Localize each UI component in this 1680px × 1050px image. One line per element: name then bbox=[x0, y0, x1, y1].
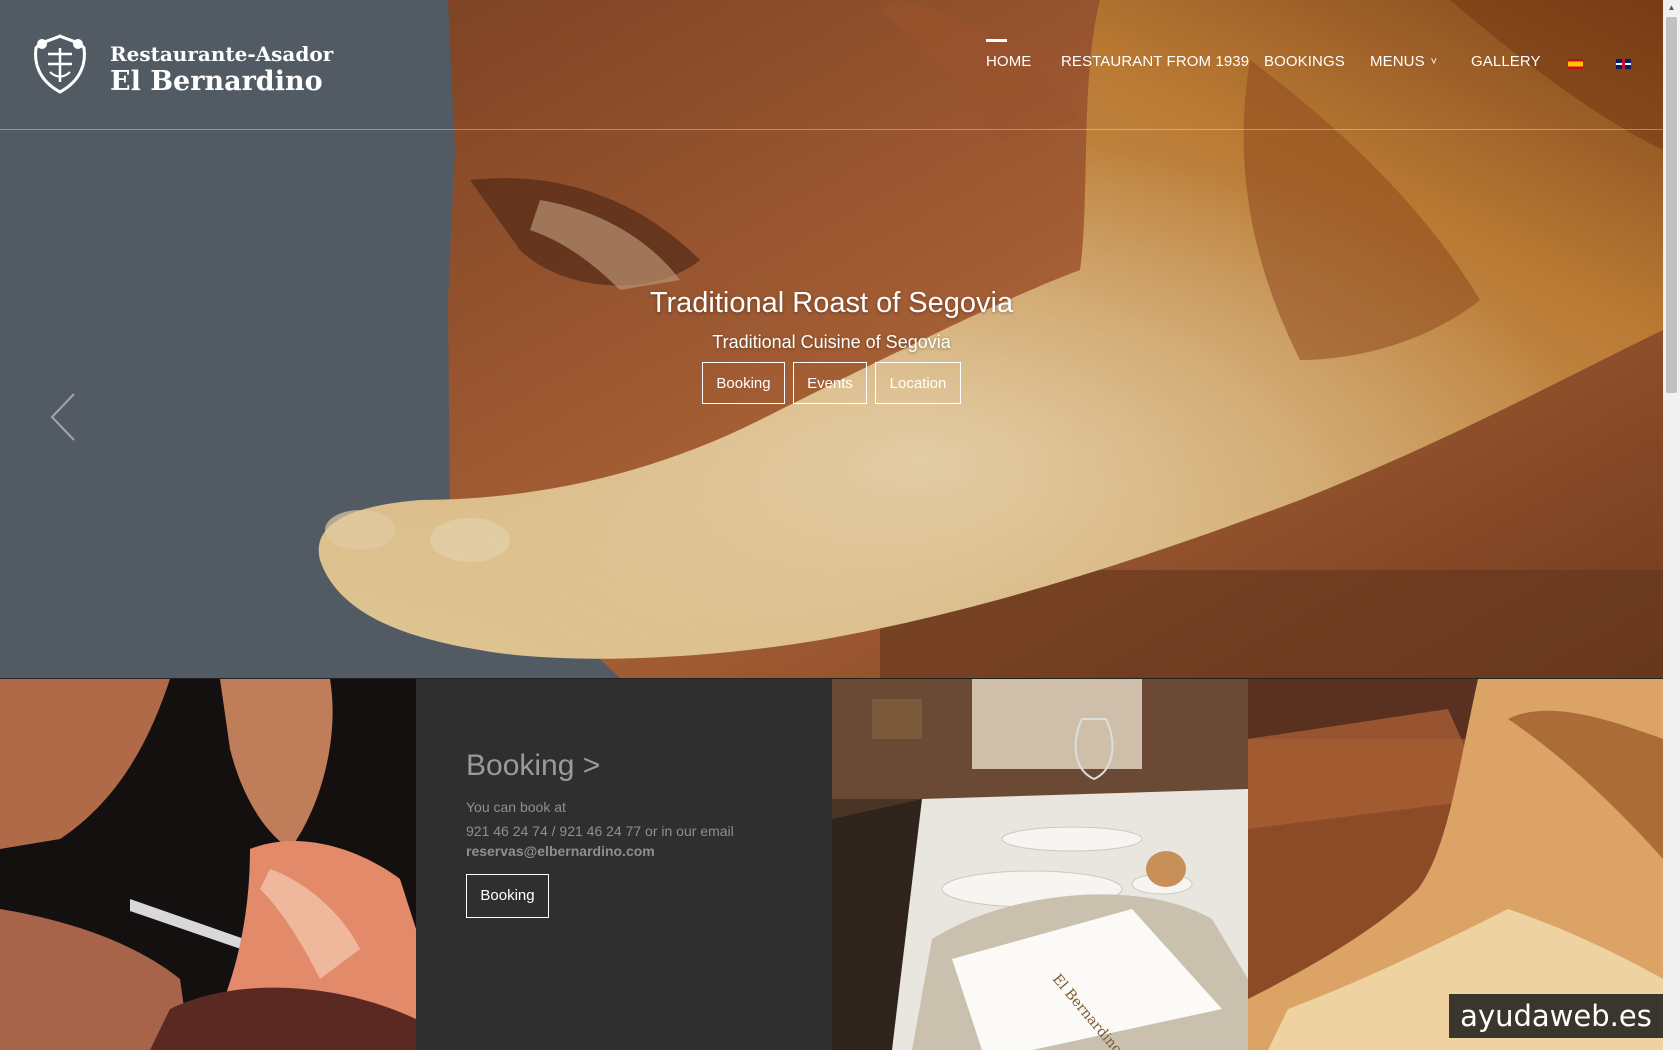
scroll-up-icon[interactable]: ▲ bbox=[1663, 0, 1680, 16]
page-scrollbar[interactable]: ▲ bbox=[1663, 0, 1680, 1050]
nav-item-menus-label: MENUS bbox=[1370, 53, 1425, 70]
flag-en-icon[interactable] bbox=[1616, 59, 1631, 69]
chevron-left-icon[interactable] bbox=[48, 392, 78, 442]
booking-panel: Booking > You can book at 921 46 24 74 /… bbox=[416, 679, 832, 1050]
booking-text: You can book at 921 46 24 74 / 921 46 24… bbox=[466, 795, 806, 843]
booking-line-1: You can book at bbox=[466, 799, 566, 815]
flag-es-icon[interactable] bbox=[1568, 59, 1583, 69]
chevron-down-icon: ˅ bbox=[1430, 56, 1438, 68]
hero-slider: Restaurante-Asador El Bernardino HOME RE… bbox=[0, 0, 1663, 678]
nav-item-gallery[interactable]: GALLERY bbox=[1471, 53, 1541, 70]
watermark: ayudaweb.es bbox=[1449, 994, 1663, 1038]
booking-email-link[interactable]: reservas@elbernardino.com bbox=[466, 843, 655, 859]
scroll-thumb[interactable] bbox=[1666, 17, 1677, 393]
hero-subtitle: Traditional Cuisine of Segovia bbox=[712, 332, 951, 352]
dining-room-image: El Bernardino bbox=[832, 679, 1248, 1050]
hero-location-button[interactable]: Location bbox=[875, 362, 961, 404]
hero-title: Traditional Roast of Segovia bbox=[649, 287, 1014, 319]
nav-item-restaurant[interactable]: RESTAURANT FROM 1939 bbox=[1061, 53, 1249, 70]
dining-room-photo: El Bernardino bbox=[832, 679, 1248, 1050]
booking-button[interactable]: Booking bbox=[466, 874, 549, 918]
site-header: Restaurante-Asador El Bernardino HOME RE… bbox=[0, 0, 1663, 130]
ham-carving-photo bbox=[0, 679, 416, 1050]
booking-line-2: 921 46 24 74 / 921 46 24 77 or in our em… bbox=[466, 823, 734, 839]
nav-item-home[interactable]: HOME bbox=[986, 39, 1031, 70]
ham-carving-image bbox=[0, 679, 416, 1050]
nav-item-bookings[interactable]: BOOKINGS bbox=[1264, 53, 1345, 70]
hero-booking-button[interactable]: Booking bbox=[702, 362, 785, 404]
nav-item-menus[interactable]: MENUS ˅ bbox=[1370, 53, 1437, 70]
main-nav: HOME RESTAURANT FROM 1939 BOOKINGS MENUS… bbox=[0, 0, 1663, 129]
hero-events-button[interactable]: Events bbox=[793, 362, 867, 404]
booking-title[interactable]: Booking > bbox=[466, 749, 600, 783]
